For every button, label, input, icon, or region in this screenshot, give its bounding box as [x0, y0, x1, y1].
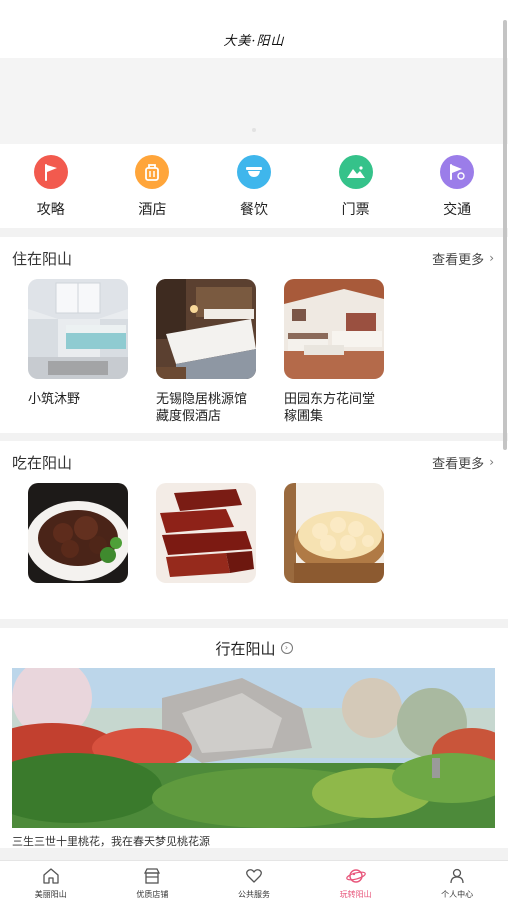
- circle-arrow-icon: ›: [280, 642, 293, 654]
- bottom-tab-bar: 美丽阳山 优质店铺 公共服务 玩转阳山 个人中心: [0, 860, 508, 905]
- user-icon: [450, 868, 464, 884]
- quick-nav: 攻略 酒店 餐饮 门票 交通: [0, 144, 508, 228]
- mountain-ticket-icon: [338, 155, 373, 189]
- quick-nav-hotel[interactable]: 酒店: [112, 144, 192, 228]
- app-header: 大美·阳山: [0, 0, 508, 58]
- food-photo: [284, 483, 384, 583]
- tab-label: 个人中心: [441, 890, 474, 899]
- view-more-label: 查看更多: [432, 456, 485, 472]
- banner-carousel[interactable]: [0, 58, 508, 144]
- section-title: 吃在阳山: [12, 453, 73, 472]
- heart-icon: [246, 869, 262, 883]
- quick-nav-guide[interactable]: 攻略: [11, 144, 91, 228]
- view-more-link[interactable]: 查看更多 ›: [432, 249, 494, 268]
- stay-section: 住在阳山 查看更多 › 小筑沐野 无锡隐居桃源馆藏度假酒店 田园东方花间堂稼圃集: [0, 237, 508, 433]
- eat-section: 吃在阳山 查看更多 ›: [0, 441, 508, 619]
- app-logo: 大美·阳山: [223, 34, 285, 49]
- chevron-right-icon: ›: [489, 455, 494, 469]
- view-more-link[interactable]: 查看更多 ›: [432, 453, 494, 472]
- tab-label: 公共服务: [237, 890, 270, 899]
- carousel-indicator: [0, 117, 508, 136]
- quick-nav-dining[interactable]: 餐饮: [214, 144, 294, 228]
- travel-photo[interactable]: [12, 668, 495, 828]
- hotel-photo: [156, 279, 256, 379]
- route-icon: [440, 155, 475, 189]
- hotel-name: 小筑沐野: [28, 392, 81, 407]
- tab-home[interactable]: 美丽阳山: [0, 861, 102, 905]
- planet-icon: [345, 869, 366, 883]
- home-icon: [43, 868, 59, 884]
- bowl-icon: [236, 155, 271, 189]
- travel-header[interactable]: 行在阳山 ›: [0, 628, 508, 668]
- food-photo: [28, 483, 128, 583]
- carousel-dot: [252, 128, 256, 132]
- quick-nav-label: 酒店: [138, 202, 167, 218]
- quick-nav-tickets[interactable]: 门票: [316, 144, 396, 228]
- briefcase-icon: [135, 155, 170, 189]
- food-card[interactable]: [28, 483, 128, 583]
- hotel-card[interactable]: 田园东方花间堂稼圃集: [284, 279, 384, 425]
- section-title: 行在阳山: [215, 639, 276, 658]
- store-icon: [144, 868, 161, 884]
- tab-label: 玩转阳山: [339, 890, 372, 899]
- scrollbar[interactable]: [503, 20, 507, 450]
- quick-nav-label: 餐饮: [239, 202, 268, 218]
- food-card[interactable]: [156, 483, 256, 583]
- hotel-card[interactable]: 小筑沐野: [28, 279, 128, 425]
- quick-nav-label: 交通: [443, 202, 472, 218]
- flag-icon: [33, 155, 68, 189]
- hotel-name: 田园东方花间堂稼圃集: [284, 392, 376, 424]
- tab-stores[interactable]: 优质店铺: [102, 861, 204, 905]
- quick-nav-transport[interactable]: 交通: [417, 144, 497, 228]
- tab-profile[interactable]: 个人中心: [406, 861, 508, 905]
- hotel-photo: [28, 279, 128, 379]
- tab-label: 美丽阳山: [34, 890, 67, 899]
- tab-explore[interactable]: 玩转阳山: [305, 861, 407, 905]
- food-card[interactable]: [284, 483, 384, 583]
- view-more-label: 查看更多: [432, 252, 485, 268]
- tab-services[interactable]: 公共服务: [203, 861, 305, 905]
- hotel-photo: [284, 279, 384, 379]
- food-photo: [156, 483, 256, 583]
- quick-nav-label: 门票: [341, 202, 370, 218]
- hotel-card[interactable]: 无锡隐居桃源馆藏度假酒店: [156, 279, 256, 425]
- travel-section: 行在阳山 › 三生三世十里桃花，我在春天梦见桃花源: [0, 628, 508, 848]
- tab-label: 优质店铺: [136, 890, 169, 899]
- section-title: 住在阳山: [12, 249, 73, 268]
- quick-nav-label: 攻略: [36, 202, 65, 218]
- hotel-name: 无锡隐居桃源馆藏度假酒店: [156, 392, 248, 424]
- chevron-right-icon: ›: [489, 251, 494, 265]
- travel-caption: 三生三世十里桃花，我在春天梦见桃花源: [12, 835, 210, 848]
